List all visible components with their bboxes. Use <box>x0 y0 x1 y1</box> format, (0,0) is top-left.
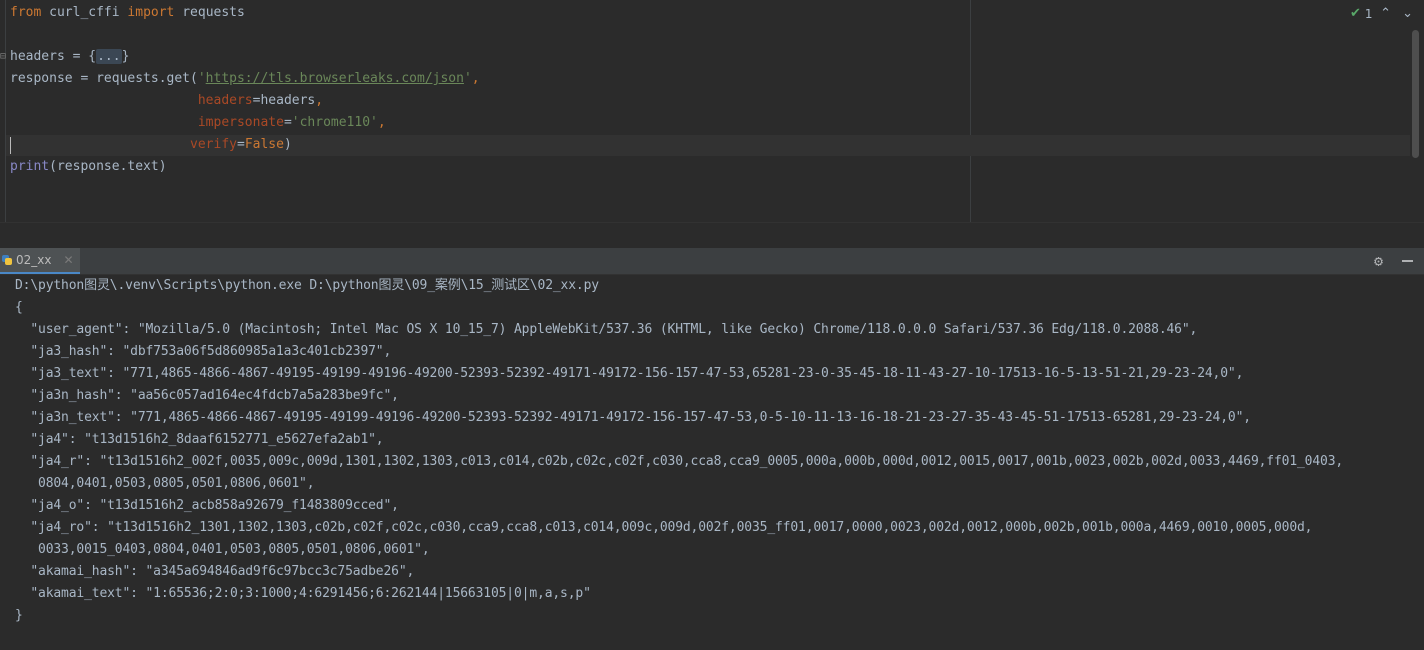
folded-region[interactable]: ... <box>96 49 122 64</box>
operator: = <box>283 115 292 130</box>
code-line-3[interactable]: headers = {...} <box>10 46 129 68</box>
console-line: "akamai_hash": "a345a694846ad9f6c97bcc3c… <box>15 564 415 579</box>
console-line: "ja3_text": "771,4865-4866-4867-49195-49… <box>15 366 1244 381</box>
code-line-7[interactable]: verify=False) <box>10 134 292 156</box>
console-line: D:\python图灵\.venv\Scripts\python.exe D:\… <box>15 278 599 293</box>
inspection-widget[interactable]: ✔ 1 ⌃ ⌄ <box>1350 6 1417 21</box>
vertical-scrollbar[interactable] <box>1412 30 1419 158</box>
console-line: "ja4_r": "t13d1516h2_002f,0035,009c,009d… <box>15 454 1344 469</box>
string-literal: 'chrome110' <box>291 115 378 130</box>
panel-splitter[interactable] <box>0 223 1424 248</box>
python-file-icon <box>2 255 12 265</box>
gear-icon[interactable]: ⚙ <box>1374 252 1383 270</box>
code-line-1[interactable]: from curl_cffi import requests <box>10 2 245 24</box>
gutter-divider <box>5 0 6 223</box>
console-line: 0033,0015_0403,0804,0401,0503,0805,0501,… <box>15 542 430 557</box>
builtin-function: print <box>10 159 50 174</box>
minimize-icon[interactable] <box>1402 260 1413 262</box>
comma: , <box>471 71 480 86</box>
console-line: "ja3n_hash": "aa56c057ad164ec4fdcb7a5a28… <box>15 388 399 403</box>
kwarg-name: headers <box>197 93 253 108</box>
code-line-5[interactable]: headers=headers, <box>10 90 323 112</box>
text-caret <box>10 137 11 154</box>
run-tab[interactable]: 02_xx ✕ <box>0 248 80 274</box>
boolean-literal: False <box>244 137 284 152</box>
run-toolwindow-header: 02_xx ✕ ⚙ <box>0 248 1424 275</box>
run-console[interactable]: D:\python图灵\.venv\Scripts\python.exe D:\… <box>0 275 1424 650</box>
kwarg-value: headers <box>260 93 316 108</box>
console-line: 0804,0401,0503,0805,0501,0806,0601", <box>15 476 315 491</box>
chevron-down-icon[interactable]: ⌄ <box>1399 6 1417 21</box>
console-line: "ja3n_text": "771,4865-4866-4867-49195-4… <box>15 410 1251 425</box>
console-line: "ja4_ro": "t13d1516h2_1301,1302,1303,c02… <box>15 520 1313 535</box>
comma: , <box>315 93 324 108</box>
string-quote: ' <box>197 71 206 86</box>
console-line: { <box>15 300 23 315</box>
module-name: curl_cffi <box>49 5 120 20</box>
console-line: } <box>15 608 23 623</box>
console-line: "ja4": "t13d1516h2_8daaf6152771_e5627efa… <box>15 432 384 447</box>
close-icon[interactable]: ✕ <box>63 253 73 267</box>
chevron-up-icon[interactable]: ⌃ <box>1377 6 1395 21</box>
fold-toggle-icon[interactable]: ⊟ <box>0 51 6 62</box>
console-line: "ja3_hash": "dbf753a06f5d860985a1a3c401c… <box>15 344 392 359</box>
check-icon: ✔ <box>1350 6 1361 21</box>
console-line: "ja4_o": "t13d1516h2_acb858a92679_f14838… <box>15 498 399 513</box>
run-tab-label: 02_xx <box>16 253 52 267</box>
comma: , <box>377 115 386 130</box>
code-line-8[interactable]: print(response.text) <box>10 156 167 178</box>
code-line-6[interactable]: impersonate='chrome110', <box>10 112 386 134</box>
code-text: response = requests.get( <box>10 71 198 86</box>
string-quote: ' <box>463 71 472 86</box>
inspection-count: 1 <box>1364 6 1373 21</box>
code-text: } <box>121 49 130 64</box>
keyword: import <box>127 5 175 20</box>
kwarg-name: impersonate <box>197 115 284 130</box>
import-name: requests <box>182 5 245 20</box>
code-text: (response.text) <box>49 159 167 174</box>
console-line: "akamai_text": "1:65536;2:0;3:1000;4:629… <box>15 586 591 601</box>
url-link[interactable]: https://tls.browserleaks.com/json <box>206 71 464 86</box>
code-editor[interactable]: from curl_cffi import requests ⊟ headers… <box>0 0 1424 223</box>
code-text: headers = { <box>10 49 97 64</box>
paren: ) <box>283 137 292 152</box>
right-margin-guide <box>970 0 971 223</box>
kwarg-name: verify <box>190 137 237 152</box>
console-line: "user_agent": "Mozilla/5.0 (Macintosh; I… <box>15 322 1198 337</box>
keyword: from <box>10 5 42 20</box>
code-line-4[interactable]: response = requests.get('https://tls.bro… <box>10 68 480 90</box>
operator: = <box>236 137 245 152</box>
